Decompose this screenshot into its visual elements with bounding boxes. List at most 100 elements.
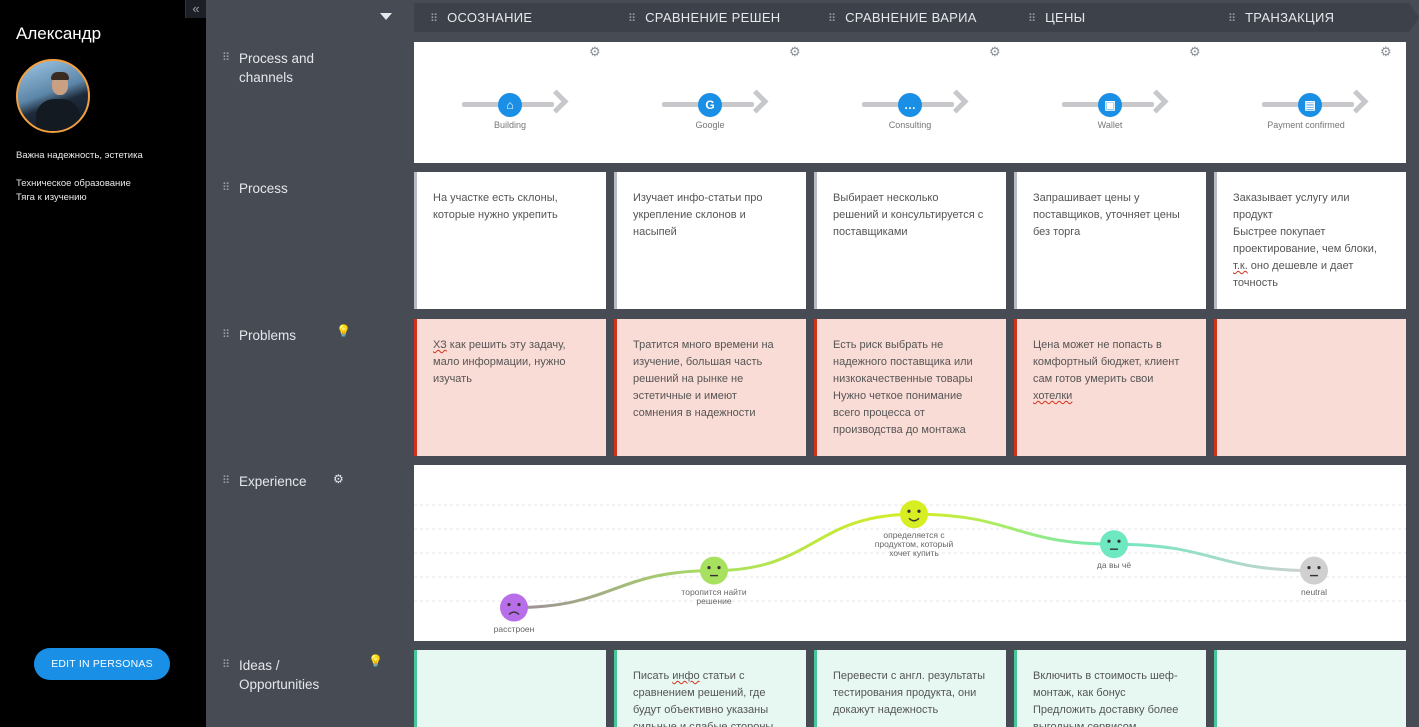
channel-wallet[interactable]: ▣ Wallet [1062,84,1192,144]
problem-card[interactable]: Есть риск выбрать не надежного поставщика… [814,319,1006,456]
idea-card[interactable] [414,650,606,727]
card-text-line: сомнения в надежности [633,407,756,419]
gear-icon[interactable]: ⚙ [333,472,344,486]
chevron-down-icon[interactable] [380,13,392,20]
channel-label: Building [493,120,527,130]
card-text-line: будут объективно указаны [633,704,769,716]
home-icon[interactable]: ⌂ [498,93,522,117]
stage-tab[interactable]: ⠿ ОСОЗНАНИЕ [414,3,614,32]
channel-consulting[interactable]: … Consulting [862,84,992,144]
drag-handle-icon[interactable]: ⠿ [430,13,437,25]
drag-handle-icon[interactable]: ⠿ [222,326,230,345]
gear-icon[interactable]: ⚙ [789,44,801,60]
idea-card[interactable]: Включить в стоимость шеф-монтаж, как бон… [1014,650,1206,727]
emotion-label: neutral [1301,586,1327,597]
card-text-line: хотелки [1033,390,1073,402]
card-text-line: сравнением решений, где [633,687,766,699]
card-text-line: ХЗ как решить эту задачу, [433,339,566,351]
edit-in-personas-button[interactable]: EDIT IN PERSONAS [34,648,170,680]
process-card[interactable]: Выбирает несколько решений и консультируе… [814,172,1006,309]
lightbulb-icon[interactable]: 💡 [336,324,351,338]
payment-icon[interactable]: ▤ [1298,93,1322,117]
card-text-line: Перевести с англ. результаты [833,670,986,682]
emoji-face-icon [500,593,528,622]
lightbulb-icon[interactable]: 💡 [368,654,383,668]
card-text-line: мало информации, нужно [433,356,566,368]
persona-note: Важна надежность, эстетика [16,150,143,161]
channel-google[interactable]: G Google [662,84,792,144]
card-text-line: поставщиков, уточняет цены [1033,209,1180,221]
arrow-head-icon [1344,89,1369,114]
emotion-label: расстроен [493,623,535,634]
card-text-line: Тратится много времени на [633,339,774,351]
card-text-line: сильные и слабые стороны [633,721,774,727]
emotion-point [1300,556,1328,585]
card-text-line: Цена может не попасть в [1033,339,1162,351]
emoji-face-icon [700,556,728,585]
persona-note: Тяга к изучению [16,192,87,203]
drag-handle-icon[interactable]: ⠿ [222,656,230,675]
card-text-line: Выбирает несколько [833,192,939,204]
card-text-line: изучение, большая часть [633,356,763,368]
process-card[interactable]: На участке есть склоны, которые нужно укр… [414,172,606,309]
card-text-line: изучать [433,373,472,385]
card-text-line: Предложить доставку более [1033,704,1179,716]
drag-handle-icon[interactable]: ⠿ [222,49,230,68]
card-text-line: продукт [1233,209,1273,221]
chat-icon[interactable]: … [898,93,922,117]
emotion-label: торопится найти решение [681,586,747,606]
avatar[interactable] [16,59,90,133]
drag-handle-icon[interactable]: ⠿ [828,13,835,25]
stage-tab[interactable]: ⠿ СРАВНЕНИЕ РЕШЕН [604,3,814,32]
collapse-sidebar-icon[interactable]: « [185,0,206,18]
channel-payment-confirmed[interactable]: ▤ Payment confirmed [1262,84,1392,144]
drag-handle-icon[interactable]: ⠿ [1228,13,1235,25]
arrow-head-icon [544,89,569,114]
emoji-face-icon [1300,556,1328,585]
drag-handle-icon[interactable]: ⠿ [1028,13,1035,25]
problem-card[interactable]: Тратится много времени на изучение, больш… [614,319,806,456]
idea-card[interactable]: Перевести с англ. результаты тестирования… [814,650,1006,727]
card-text-line: Писать инфо статьи с [633,670,745,682]
card-text-line: Быстрее покупает [1233,226,1326,238]
channel-label: Google [695,120,725,130]
problem-card[interactable]: ХЗ как решить эту задачу, мало информации… [414,319,606,456]
drag-handle-icon[interactable]: ⠿ [628,13,635,25]
google-icon[interactable]: G [698,93,722,117]
emotion-point [700,556,728,585]
card-text-line: решений на рынке не [633,373,744,385]
stage-tab[interactable]: ⠿ ЦЕНЫ [1004,3,1214,32]
card-text-line: Нужно четкое понимание [833,390,963,402]
process-card[interactable]: Заказывает услугу или продукт Быстрее поку… [1214,172,1406,309]
process-card[interactable]: Изучает инфо-статьи про укрепление склоно… [614,172,806,309]
stage-tab[interactable]: ⠿ ТРАНЗАКЦИЯ [1204,3,1419,32]
drag-handle-icon[interactable]: ⠿ [222,472,230,491]
gear-icon[interactable]: ⚙ [589,44,601,60]
channel-building[interactable]: ⌂ Building [462,84,592,144]
card-text-line: поставщиками [833,226,908,238]
card-text-line: монтаж, как бонус [1033,687,1126,699]
stage-tab[interactable]: ⠿ СРАВНЕНИЕ ВАРИА [804,3,1014,32]
emotion-point [1100,530,1128,559]
emotion-label: да вы чё [1096,560,1132,571]
card-text-line: производства до монтажа [833,424,966,436]
idea-card[interactable]: Писать инфо статьи с сравнением решений, … [614,650,806,727]
persona-note: Техническое образование [16,178,131,189]
gear-icon[interactable]: ⚙ [989,44,1001,60]
gear-icon[interactable]: ⚙ [1380,44,1392,60]
card-text-line: проектирование, чем блоки, [1233,243,1377,255]
card-text-line: надежного поставщика или [833,356,973,368]
idea-card[interactable] [1214,650,1406,727]
emotion-point [900,500,928,529]
wallet-icon[interactable]: ▣ [1098,93,1122,117]
drag-handle-icon[interactable]: ⠿ [222,179,230,198]
gear-icon[interactable]: ⚙ [1189,44,1201,60]
problem-card[interactable]: Цена может не попасть в комфортный бюджет… [1014,319,1206,456]
channel-label: Wallet [1097,120,1123,130]
persona-name: Александр [16,24,102,43]
problem-card[interactable] [1214,319,1406,456]
card-text-line: т.к. оно дешевле и дает [1233,260,1354,272]
arrow-head-icon [944,89,969,114]
process-card[interactable]: Запрашивает цены у поставщиков, уточняет … [1014,172,1206,309]
card-text-line: Включить в стоимость шеф- [1033,670,1178,682]
